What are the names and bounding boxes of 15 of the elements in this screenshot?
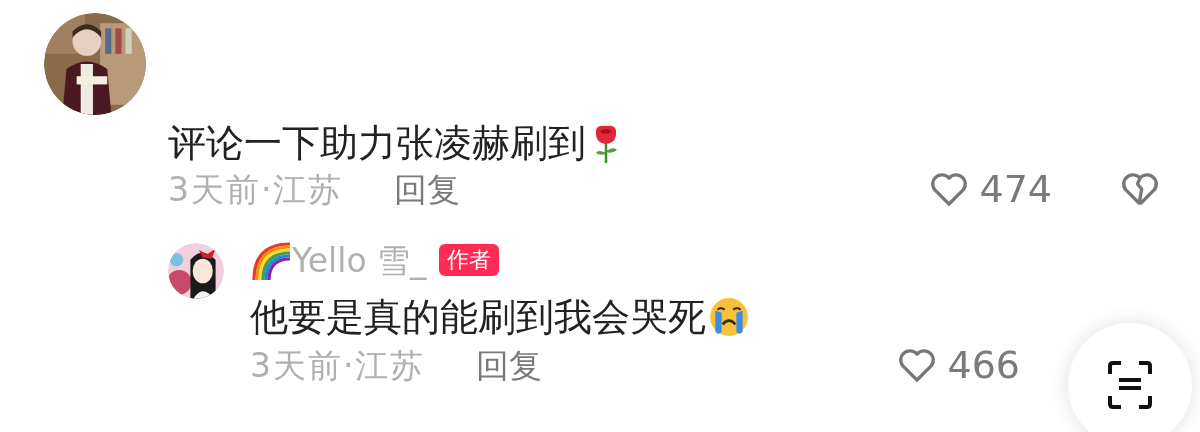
like-count: 466	[947, 346, 1020, 384]
crying-face-icon	[708, 296, 750, 338]
comment-text: 评论一下助力张凌赫刷到	[168, 124, 586, 162]
timestamp-location: 3天前·江苏	[250, 348, 426, 382]
scan-icon	[1107, 360, 1153, 410]
author-tag: 作者	[438, 244, 499, 276]
reply-text: 他要是真的能刷到我会哭死	[250, 298, 706, 336]
heart-icon[interactable]	[897, 346, 938, 384]
timestamp-location: 3天前·江苏	[168, 172, 344, 206]
reply-link[interactable]: 回复	[393, 172, 460, 206]
reply-link[interactable]: 回复	[475, 348, 542, 382]
like-count: 474	[979, 170, 1052, 208]
rainbow-icon	[250, 240, 290, 280]
heart-icon[interactable]	[929, 170, 970, 208]
broken-heart-icon[interactable]	[1120, 170, 1160, 208]
